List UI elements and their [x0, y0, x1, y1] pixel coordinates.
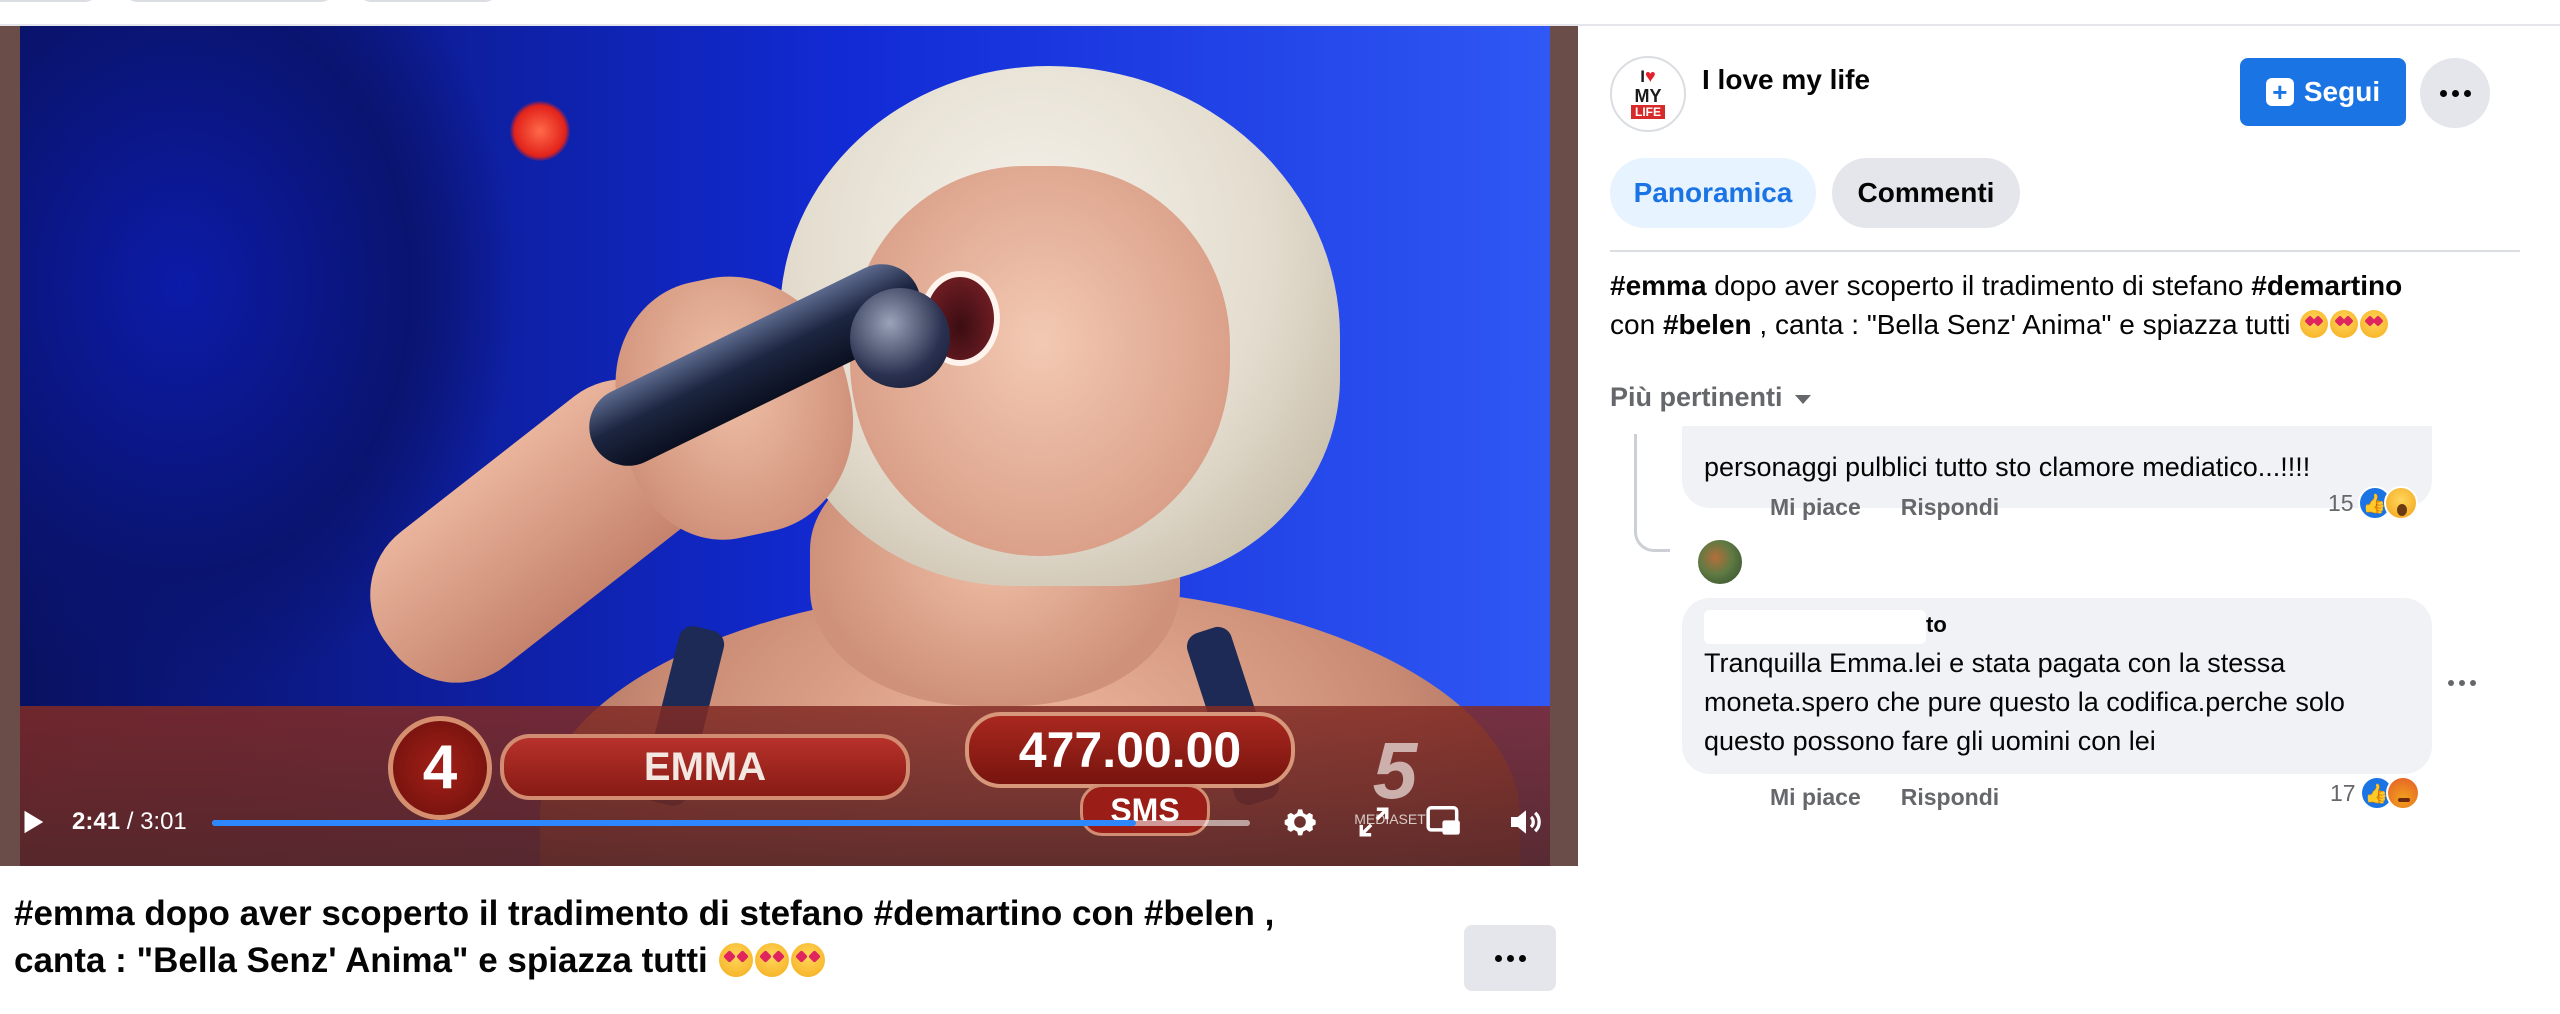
caption-line-2-text: canta : "Bella Senz' Anima" e spiazza tu…	[14, 941, 708, 980]
time-display: 2:41 / 3:01	[72, 808, 187, 836]
post-description: #emma dopo aver scoperto il tradimento d…	[1610, 266, 2520, 344]
pip-button[interactable]	[1418, 796, 1470, 848]
hashtag-link[interactable]: #demartino	[2251, 270, 2402, 301]
comment-text: Tranquilla Emma.lei e stata pagata con l…	[1704, 648, 2345, 756]
stage-light	[510, 101, 570, 161]
comment-sort-dropdown[interactable]: Più pertinenti	[1610, 382, 1811, 413]
video-frame: 4 EMMA 477.00.00 SMS 5 MEDIASET	[20, 26, 1550, 866]
reaction-count: 17	[2330, 779, 2356, 806]
comment-actions: Mi piace Rispondi	[1770, 494, 1999, 521]
avatar[interactable]	[1696, 538, 1744, 586]
comment-text: personaggi pulblici tutto sto clamore me…	[1704, 452, 2311, 482]
chevron-down-icon	[1794, 395, 1811, 404]
like-comment-link[interactable]: Mi piace	[1770, 784, 1861, 811]
comment-bubble: to Tranquilla Emma.lei e stata pagata co…	[1682, 598, 2432, 774]
more-dots-icon	[2448, 680, 2476, 686]
more-dots-icon	[2439, 89, 2471, 97]
sort-label: Più pertinenti	[1610, 382, 1783, 412]
top-pill-3[interactable]	[356, 0, 500, 2]
side-panel: I♥ MY LIFE I love my life + Segui Panora…	[1578, 26, 2560, 1014]
comment-reactions[interactable]: 15 👍	[2328, 486, 2418, 520]
vote-amount: 477.00.00	[965, 712, 1295, 788]
reaction-count: 15	[2328, 489, 2354, 516]
post-text-part: dopo aver scoperto il tradimento di stef…	[1706, 270, 2252, 301]
follow-plus-icon: +	[2265, 78, 2294, 106]
pip-icon	[1426, 806, 1460, 835]
top-pill-2[interactable]	[122, 0, 336, 2]
page-name[interactable]: I love my life	[1702, 64, 1870, 96]
redacted-author-name	[1704, 610, 1926, 644]
progress-fill	[212, 820, 1136, 826]
heart-eyes-emoji	[2330, 310, 2359, 338]
fullscreen-button[interactable]	[1348, 796, 1400, 848]
volume-icon	[1511, 810, 1541, 834]
avatar-i-heart: I♥	[1640, 66, 1656, 87]
progress-bar[interactable]	[212, 820, 1250, 826]
settings-button[interactable]	[1274, 796, 1326, 848]
tab-panoramica[interactable]: Panoramica	[1610, 158, 1816, 228]
reply-comment-link[interactable]: Rispondi	[1901, 494, 1999, 521]
heart-eyes-emoji	[719, 943, 754, 977]
current-time: 2:41	[72, 808, 121, 835]
top-pill-1[interactable]	[0, 0, 100, 2]
page-more-button[interactable]	[2420, 58, 2490, 128]
total-time: 3:01	[140, 808, 187, 835]
reply-thread-line	[1634, 434, 1670, 552]
like-comment-link[interactable]: Mi piace	[1770, 494, 1861, 521]
top-strip	[0, 0, 2560, 26]
comment-author[interactable]: to	[1926, 612, 1947, 638]
post-text-part: con	[1610, 309, 1663, 340]
tab-commenti[interactable]: Commenti	[1832, 158, 2020, 228]
video-more-button[interactable]	[1464, 925, 1556, 991]
more-dots-icon	[1494, 954, 1526, 962]
follow-button[interactable]: + Segui	[2240, 58, 2406, 126]
wow-reaction-icon	[2383, 486, 2418, 520]
heart-eyes-emoji	[791, 943, 826, 977]
video-column: 4 EMMA 477.00.00 SMS 5 MEDIASET 2:41 / 3…	[0, 26, 1578, 1014]
avatar-my: MY	[1634, 86, 1662, 106]
angry-reaction-icon	[2385, 776, 2420, 810]
play-icon	[24, 810, 44, 834]
post-text-part: , canta : "Bella Senz' Anima" e spiazza …	[1751, 309, 2291, 340]
caption-line-1: #emma dopo aver scoperto il tradimento d…	[14, 894, 1275, 933]
video-controls: 2:41 / 3:01	[0, 796, 1578, 866]
hashtag-link[interactable]: #emma	[1610, 270, 1707, 301]
video-player[interactable]: 4 EMMA 477.00.00 SMS 5 MEDIASET 2:41 / 3…	[0, 26, 1578, 866]
heart-eyes-emoji	[755, 943, 790, 977]
follow-label: Segui	[2303, 76, 2381, 107]
video-caption: #emma dopo aver scoperto il tradimento d…	[14, 890, 1414, 984]
comment-more-button[interactable]	[2448, 680, 2476, 686]
heart-icon: ♥	[1645, 66, 1656, 86]
microphone-head	[850, 288, 950, 388]
hashtag-link[interactable]: #belen	[1663, 309, 1752, 340]
page-avatar[interactable]: I♥ MY LIFE	[1610, 56, 1686, 132]
divider	[1610, 250, 2520, 252]
reply-comment-link[interactable]: Rispondi	[1901, 784, 1999, 811]
comment-reactions[interactable]: 17 👍	[2330, 776, 2420, 810]
fullscreen-icon	[1359, 807, 1389, 837]
heart-eyes-emoji	[2360, 310, 2389, 338]
volume-button[interactable]	[1500, 796, 1552, 848]
heart-eyes-emoji	[2300, 310, 2329, 338]
comment-actions: Mi piace Rispondi	[1770, 784, 1999, 811]
settings-icon	[1284, 809, 1316, 836]
play-button[interactable]	[6, 796, 58, 848]
contestant-name: EMMA	[500, 734, 910, 800]
caption-line-2: canta : "Bella Senz' Anima" e spiazza tu…	[14, 937, 1414, 984]
time-separator: /	[120, 808, 141, 835]
avatar-life: LIFE	[1631, 105, 1665, 119]
